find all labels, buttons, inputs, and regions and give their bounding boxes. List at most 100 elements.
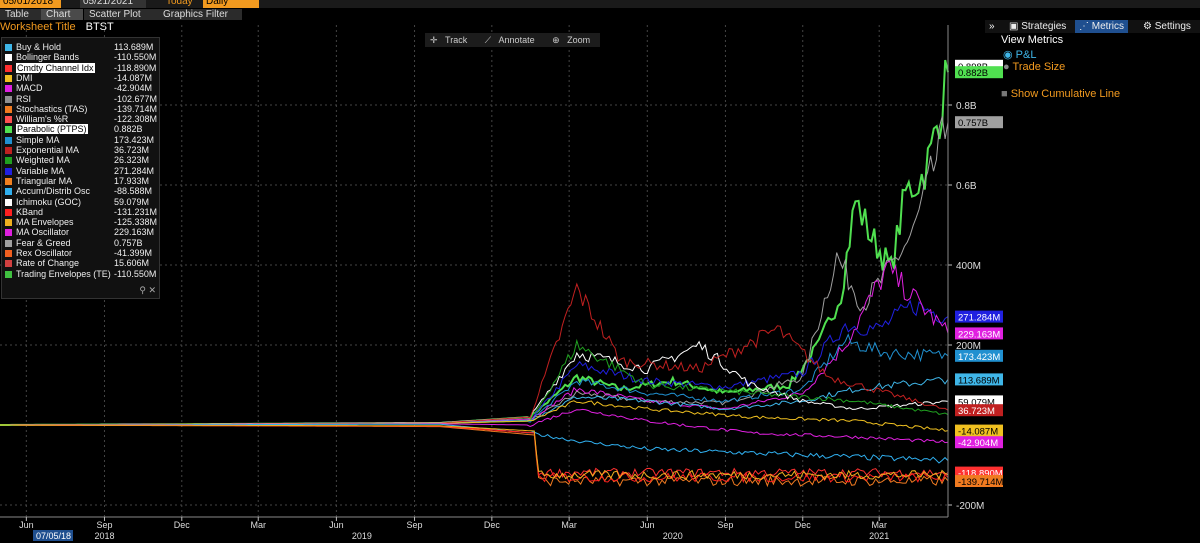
legend-item[interactable]: MA Envelopes -125.338M	[4, 217, 158, 228]
legend-name: Stochastics (TAS)	[16, 103, 88, 114]
legend-name: DMI	[16, 72, 33, 83]
checkbox-icon: ■	[1001, 88, 1008, 100]
series-line	[0, 424, 949, 478]
legend-name: KBand	[16, 206, 44, 217]
legend-item[interactable]: Trading Envelopes (TE) -110.550M	[4, 268, 157, 279]
legend-name: Weighted MA	[16, 155, 70, 166]
legend-item[interactable]: RSI -102.677M	[4, 93, 158, 104]
annotate-label: Annotate	[498, 35, 535, 45]
legend-swatch	[5, 126, 12, 134]
legend-swatch	[5, 198, 12, 206]
legend-item[interactable]: Ichimoku (GOC) 59.079M	[4, 197, 154, 207]
legend-value: -122.308M	[114, 114, 158, 125]
legend-item[interactable]: Rate of Change 15.606M	[4, 258, 154, 268]
legend-item[interactable]: Stochastics (TAS) -139.714M	[4, 103, 157, 114]
legend-swatch	[5, 260, 12, 268]
x-axis: Jun Sep Dec Mar Jun Sep Dec Mar Jun Sep Dec Mar 2018…	[0, 516, 948, 543]
legend-value: -102.677M	[114, 93, 158, 104]
legend-item[interactable]: Cmdty Channel Idx -118.890M	[4, 62, 156, 73]
legend-value: -125.338M	[114, 217, 158, 228]
legend-value: -88.588M	[114, 186, 153, 197]
legend-swatch	[5, 188, 12, 196]
legend-name: Variable MA	[16, 165, 65, 176]
expand-icon[interactable]: »	[985, 20, 999, 33]
legend-item[interactable]: Accum/Distrib Osc -88.588M	[4, 186, 154, 196]
legend-name: MACD	[16, 83, 43, 94]
pin-icon[interactable]: ⚲	[139, 285, 146, 295]
legend-item[interactable]: Parabolic (PTPS) 0.882B	[4, 124, 154, 135]
settings-label: Settings	[1154, 21, 1191, 32]
legend-name: Fear & Greed	[16, 237, 71, 248]
legend-swatch	[5, 219, 12, 227]
legend-item[interactable]: Triangular MA 17.933M	[4, 176, 154, 186]
legend-item[interactable]: Rex Oscillator -41.399M	[4, 248, 154, 258]
legend-item[interactable]: Fear & Greed 0.757B	[4, 238, 154, 248]
settings-button[interactable]: ⚙ Settings	[1139, 20, 1195, 33]
series-line	[0, 282, 949, 426]
trade-size-radio[interactable]: ● Trade Size	[1003, 61, 1065, 73]
legend-value: 0.882B	[114, 124, 143, 135]
legend-name: MA Oscillator	[16, 227, 70, 238]
x-tick-label: Dec	[484, 520, 501, 530]
legend-swatch	[5, 54, 12, 62]
legend-swatch	[5, 116, 12, 124]
x-year-label: 2018	[94, 531, 114, 541]
legend-value: 17.933M	[114, 175, 150, 186]
legend-value: 271.284M	[114, 165, 155, 176]
legend-value: 229.163M	[114, 227, 155, 238]
metrics-icon: ⋰	[1079, 21, 1092, 32]
legend-swatch	[5, 64, 12, 72]
zoom-button[interactable]: ⊕ Zoom	[547, 35, 600, 45]
legend-swatch	[5, 167, 12, 175]
end-label-text: 229.163M	[958, 329, 1000, 340]
legend-item[interactable]: Variable MA 271.284M	[4, 166, 154, 176]
series-line	[0, 400, 949, 432]
radio-unselected-icon: ●	[1003, 61, 1010, 73]
legend-name: Ichimoku (GOC)	[16, 196, 82, 207]
legend-swatch	[5, 157, 12, 165]
annotate-button[interactable]: ⟋ Annotate	[480, 35, 545, 45]
pnl-radio[interactable]: ◉ P&L	[1003, 48, 1036, 61]
legend-item[interactable]: Bollinger Bands -110.550M	[4, 52, 156, 62]
metrics-button[interactable]: ⋰ Metrics	[1075, 20, 1129, 33]
close-icon[interactable]: ✕	[148, 285, 156, 295]
y-tick-label: 400M	[956, 261, 981, 272]
y-tick-label: -200M	[956, 501, 984, 512]
legend-swatch	[5, 270, 12, 278]
pnl-label: P&L	[1015, 49, 1037, 61]
legend-item[interactable]: Weighted MA 26.323M	[4, 155, 154, 165]
legend-item[interactable]: Buy & Hold 113.689M	[4, 42, 154, 52]
track-button[interactable]: ✛ Track	[425, 35, 477, 45]
legend-name: Triangular MA	[16, 175, 73, 186]
strategies-icon: ▣	[1009, 21, 1022, 32]
legend-value: 173.423M	[114, 134, 155, 145]
legend-item[interactable]: MACD -42.904M	[4, 83, 154, 93]
legend-name: Rex Oscillator	[16, 248, 73, 258]
strategies-label: Strategies	[1021, 21, 1067, 32]
y-tick-label: 0.6B	[956, 181, 977, 192]
legend-item[interactable]: MA Oscillator 229.163M	[4, 227, 154, 237]
legend-item[interactable]: William's %R -122.308M	[4, 114, 158, 125]
legend-name: Buy & Hold	[16, 42, 62, 52]
show-cumulative-checkbox[interactable]: ■ Show Cumulative Line	[1001, 88, 1120, 100]
end-label-text: 173.423M	[958, 352, 1000, 363]
legend-item[interactable]: DMI -14.087M	[4, 73, 154, 83]
trade-size-label: Trade Size	[1012, 61, 1066, 73]
side-panel-header: » ▣ Strategies ⋰ Metrics ⚙ Settings	[985, 20, 1200, 33]
end-value-labels: 0.898B0.882B0.757B271.284M229.163M173.42…	[955, 59, 1004, 488]
track-label: Track	[445, 35, 468, 45]
legend-item[interactable]: KBand -131.231M	[4, 206, 157, 217]
side-panel: » ▣ Strategies ⋰ Metrics ⚙ Settings View…	[985, 20, 1200, 110]
radio-selected-icon: ◉	[1003, 49, 1013, 61]
legend-item[interactable]: Simple MA 173.423M	[4, 135, 154, 145]
end-label-text: 271.284M	[958, 313, 1000, 324]
legend-swatch	[5, 105, 12, 113]
legend-item[interactable]: Exponential MA 36.723M	[4, 145, 154, 155]
strategies-button[interactable]: ▣ Strategies	[1005, 20, 1070, 33]
legend-name: Cmdty Channel Idx	[16, 62, 95, 73]
end-label-text: 113.689M	[958, 375, 1000, 386]
x-tick-label: Jun	[640, 520, 655, 530]
x-tick-label: Mar	[561, 520, 577, 530]
x-year-label: 2021	[869, 531, 889, 541]
legend-value: -110.550M	[114, 268, 157, 279]
